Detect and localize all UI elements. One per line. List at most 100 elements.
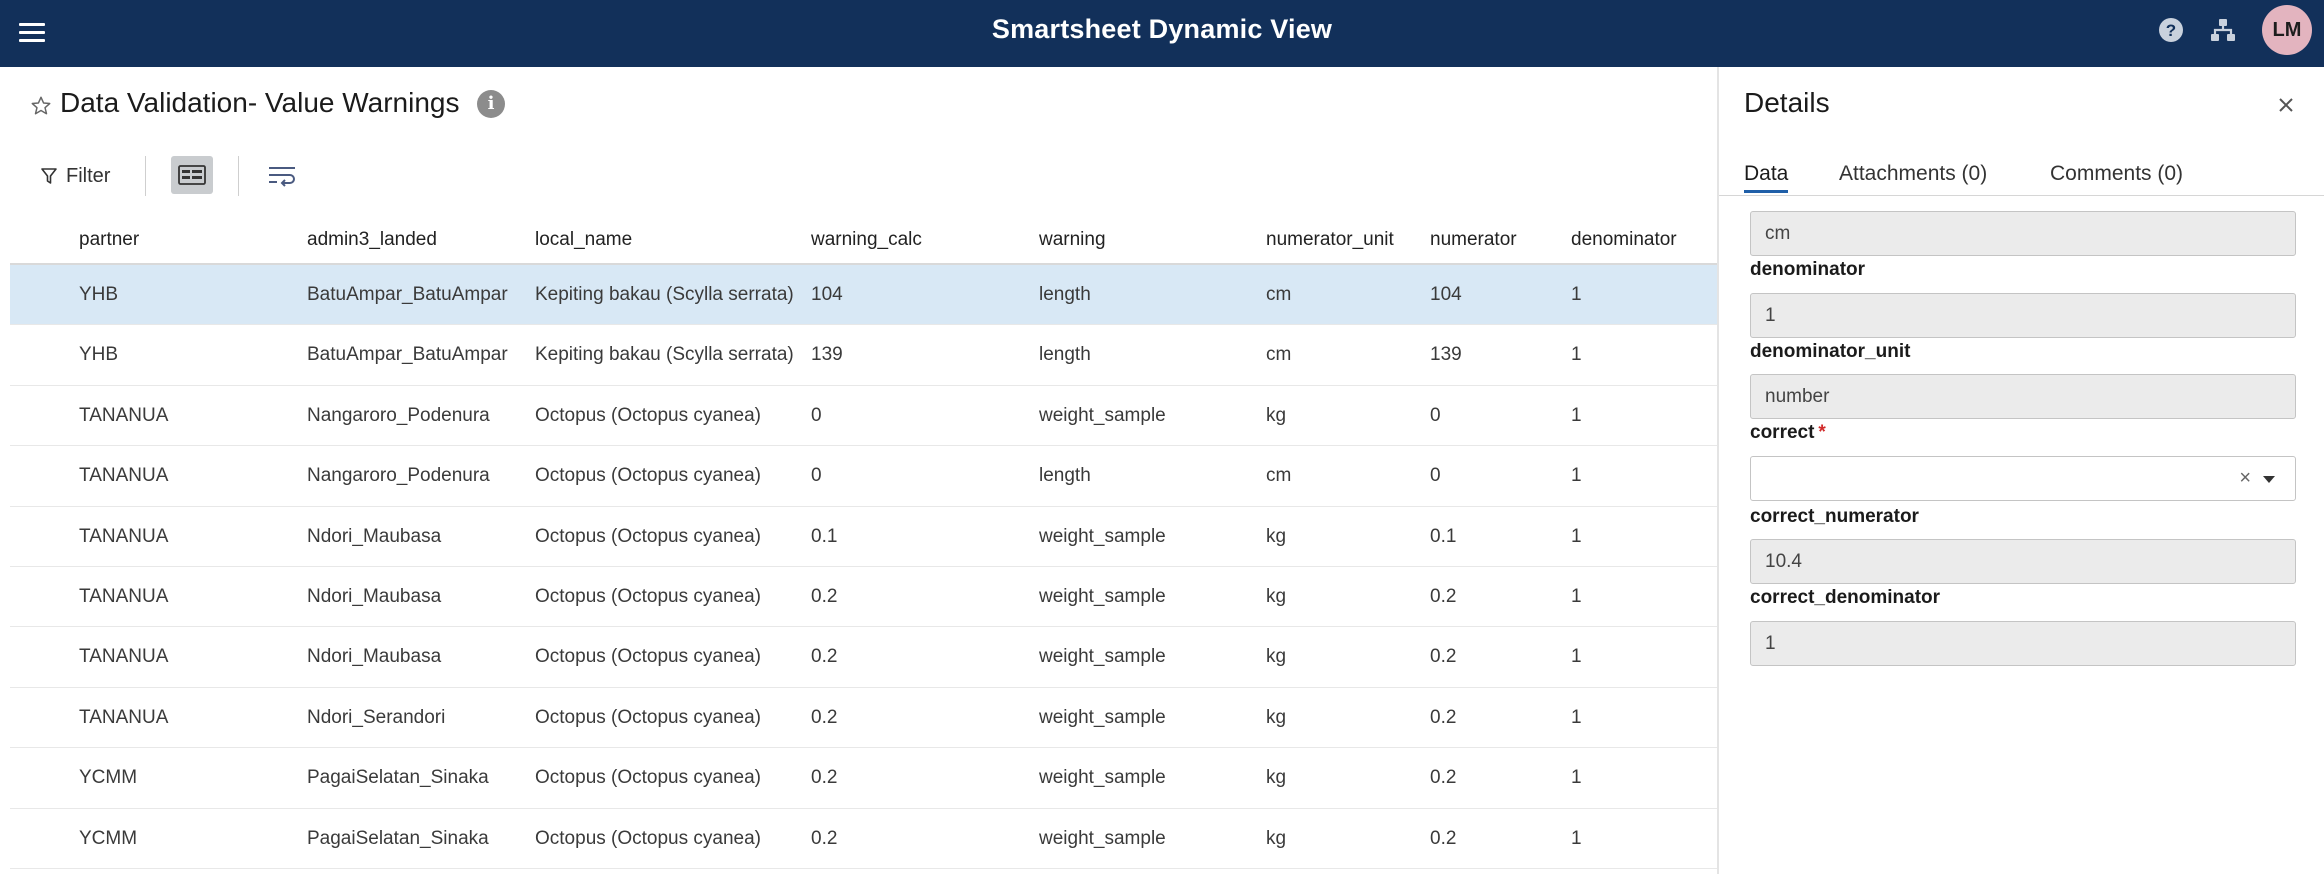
table-cell: 1 <box>1571 646 1582 668</box>
wrap-text-button[interactable] <box>264 159 300 191</box>
correct-label: correct * <box>1750 422 1826 444</box>
star-icon[interactable] <box>30 95 52 117</box>
table-cell: TANANUA <box>79 404 169 426</box>
data-grid: partner admin3_landed local_name warning… <box>10 215 1717 869</box>
column-header[interactable]: admin3_landed <box>307 229 527 253</box>
table-cell: YCMM <box>79 767 138 789</box>
table-cell: kg <box>1266 767 1287 789</box>
correct-denominator-field[interactable]: 1 <box>1750 621 2296 666</box>
table-cell: 0.2 <box>811 706 838 728</box>
top-app-bar: Smartsheet Dynamic View ? LM <box>0 0 2324 67</box>
main-view: Data Validation- Value Warnings i Filter <box>0 67 1717 874</box>
table-row[interactable]: YHB BatuAmpar_BatuAmpar Kepiting bakau (Sc… <box>10 265 1717 326</box>
table-cell: weight_sample <box>1039 404 1166 426</box>
chevron-down-icon[interactable] <box>2263 476 2275 483</box>
table-cell: 139 <box>1430 344 1462 366</box>
toolbar: Filter <box>0 151 1717 201</box>
table-cell: Octopus (Octopus cyanea) <box>535 827 761 849</box>
column-header[interactable]: partner <box>79 229 299 253</box>
table-row[interactable]: TANANUA Nangaroro_Podenura Octopus (Octopu… <box>10 386 1717 447</box>
filter-button[interactable]: Filter <box>34 157 116 195</box>
correct-label-text: correct <box>1750 422 1815 443</box>
table-row[interactable]: TANANUA Ndori_Maubasa Octopus (Octopus cya… <box>10 567 1717 628</box>
sitemap-icon[interactable] <box>2207 14 2239 46</box>
table-cell: Octopus (Octopus cyanea) <box>535 585 761 607</box>
help-icon[interactable]: ? <box>2155 14 2187 46</box>
table-cell: 1 <box>1571 284 1582 305</box>
table-cell: kg <box>1266 646 1287 668</box>
table-cell: weight_sample <box>1039 827 1166 849</box>
table-cell: PagaiSelatan_Sinaka <box>307 827 489 849</box>
table-cell: length <box>1039 344 1091 366</box>
table-cell: Ndori_Maubasa <box>307 646 442 668</box>
details-title: Details <box>1744 87 1830 118</box>
table-cell: Octopus (Octopus cyanea) <box>535 404 761 426</box>
table-cell: 1 <box>1571 585 1582 607</box>
correct-select[interactable]: × <box>1750 456 2296 501</box>
table-cell: 1 <box>1571 344 1582 366</box>
column-header[interactable]: warning <box>1039 229 1259 253</box>
details-tabs: Data Attachments (0) Comments (0) <box>1719 162 2324 196</box>
details-panel: Details Data Attachments (0) Comments (0… <box>1717 67 2324 874</box>
table-cell: kg <box>1266 525 1287 547</box>
table-cell: kg <box>1266 404 1287 426</box>
table-cell: 0 <box>1430 404 1441 426</box>
table-cell: YHB <box>79 284 119 305</box>
correct-numerator-field[interactable]: 10.4 <box>1750 539 2296 584</box>
table-cell: Octopus (Octopus cyanea) <box>535 525 761 547</box>
table-cell: 0 <box>811 465 822 487</box>
info-icon[interactable]: i <box>477 90 505 118</box>
table-cell: YHB <box>79 344 119 366</box>
table-cell: 0.2 <box>1430 827 1457 849</box>
table-row[interactable]: YCMM PagaiSelatan_Sinaka Octopus (Octopus … <box>10 809 1717 869</box>
denominator-unit-field: number <box>1750 374 2296 419</box>
table-cell: 0 <box>811 404 822 426</box>
table-cell: length <box>1039 465 1091 487</box>
close-icon[interactable] <box>2274 93 2298 117</box>
table-row[interactable]: YCMM PagaiSelatan_Sinaka Octopus (Octopus … <box>10 748 1717 809</box>
column-header[interactable]: numerator <box>1430 229 1560 253</box>
table-cell: 0.2 <box>1430 585 1457 607</box>
table-cell: 1 <box>1571 767 1582 789</box>
table-cell: weight_sample <box>1039 525 1166 547</box>
view-title: Data Validation- Value Warnings <box>60 87 460 118</box>
table-cell: BatuAmpar_BatuAmpar <box>307 344 508 366</box>
table-cell: Ndori_Maubasa <box>307 585 442 607</box>
table-row[interactable]: TANANUA Ndori_Maubasa Octopus (Octopus cya… <box>10 507 1717 567</box>
table-cell: TANANUA <box>79 465 169 487</box>
column-header[interactable]: local_name <box>535 229 805 253</box>
column-header[interactable]: numerator_unit <box>1266 229 1426 253</box>
tab-comments[interactable]: Comments (0) <box>2050 162 2183 186</box>
menu-icon[interactable] <box>17 18 47 48</box>
table-cell: 0.2 <box>1430 767 1457 789</box>
tab-attachments[interactable]: Attachments (0) <box>1839 162 1987 186</box>
table-row[interactable]: YHB BatuAmpar_BatuAmpar Kepiting bakau (Sc… <box>10 325 1717 386</box>
table-row[interactable]: TANANUA Ndori_Maubasa Octopus (Octopus cya… <box>10 627 1717 688</box>
table-cell: 0.2 <box>1430 706 1457 728</box>
table-cell: 104 <box>811 284 843 305</box>
tab-data[interactable]: Data <box>1744 162 1789 193</box>
row-view-toggle[interactable] <box>171 156 213 194</box>
table-cell: 139 <box>811 344 843 366</box>
table-row[interactable]: TANANUA Nangaroro_Podenura Octopus (Octopu… <box>10 446 1717 507</box>
table-cell: kg <box>1266 706 1287 728</box>
table-cell: Ndori_Serandori <box>307 706 446 728</box>
table-cell: 0.1 <box>1430 525 1457 547</box>
wrap-text-icon <box>269 167 295 187</box>
table-cell: TANANUA <box>79 585 169 607</box>
table-cell: weight_sample <box>1039 646 1166 668</box>
denominator-field: 1 <box>1750 293 2296 338</box>
table-cell: 1 <box>1571 706 1582 728</box>
column-header[interactable]: denominator <box>1571 229 1717 253</box>
column-header[interactable]: warning_calc <box>811 229 1031 253</box>
table-cell: cm <box>1266 284 1292 305</box>
clear-icon[interactable]: × <box>2239 457 2251 500</box>
table-cell: Ndori_Maubasa <box>307 525 442 547</box>
table-cell: 0.2 <box>1430 646 1457 668</box>
table-cell: weight_sample <box>1039 585 1166 607</box>
table-cell: 0.2 <box>811 646 838 668</box>
table-cell: 0.2 <box>811 585 838 607</box>
user-avatar[interactable]: LM <box>2262 5 2312 55</box>
app-title: Smartsheet Dynamic View <box>991 14 1333 44</box>
table-row[interactable]: TANANUA Ndori_Serandori Octopus (Octopus c… <box>10 688 1717 749</box>
